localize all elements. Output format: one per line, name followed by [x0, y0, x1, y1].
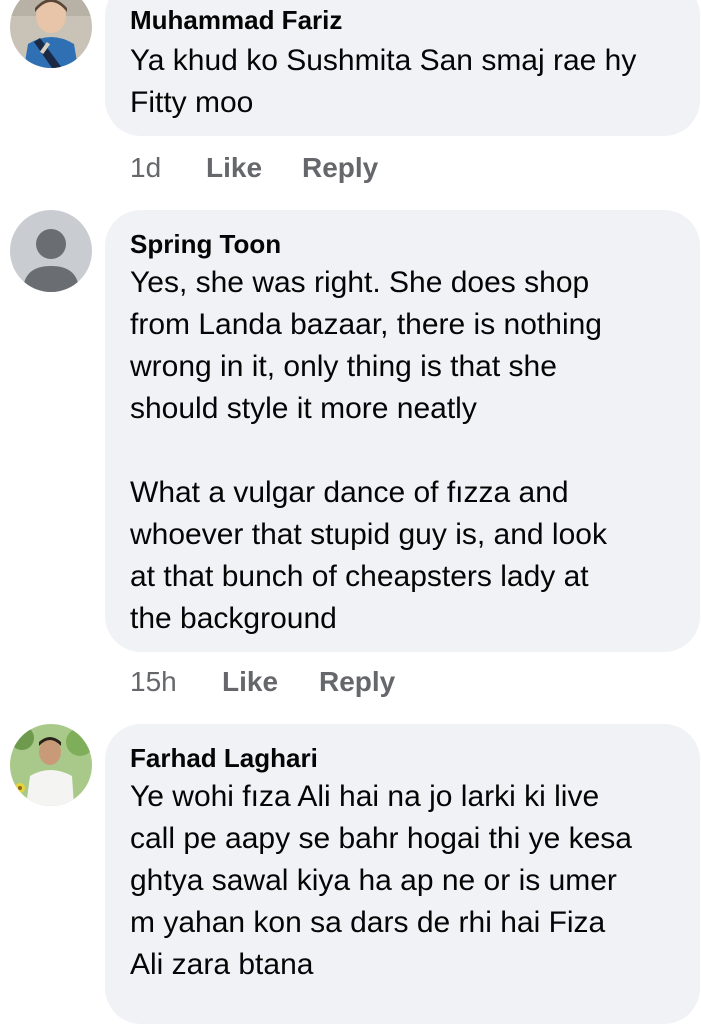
- comment-actions: 1d Like Reply: [130, 152, 530, 186]
- comment-text-line: wrong in it, only thing is that she: [130, 350, 557, 383]
- comment-text-line: Yes, she was right. She does shop: [130, 266, 590, 299]
- comment-timestamp[interactable]: 1d: [130, 152, 161, 184]
- reply-button[interactable]: Reply: [302, 152, 378, 184]
- comment-text-line: ghtya sawal kiya ha ap ne or is umer: [130, 864, 617, 897]
- comment-actions: 15h Like Reply: [130, 666, 530, 700]
- comment-item: Spring Toon Yes, she was right. She does…: [0, 210, 701, 710]
- reply-button[interactable]: Reply: [319, 666, 395, 698]
- comment-text-line: call pe aapy se bahr hogai thi ye kesa: [130, 822, 632, 855]
- comment-text-line: Ya khud ko Sushmita San smaj rae hy: [130, 44, 637, 77]
- comment-text-line: m yahan kon sa dars de rhi hai Fiza: [130, 906, 606, 939]
- comment-bubble: Farhad Laghari Ye wohi fıza Ali hai na j…: [105, 724, 700, 1024]
- comment-text-line: at that bunch of cheapsters lady at: [130, 560, 589, 593]
- comment-text-line: should style it more neatly: [130, 392, 477, 425]
- comment-item: Farhad Laghari Ye wohi fıza Ali hai na j…: [0, 724, 701, 1024]
- comment-text-line: from Landa bazaar, there is nothing: [130, 308, 602, 341]
- avatar[interactable]: [10, 0, 92, 68]
- comment-bubble: Muhammad Fariz Ya khud ko Sushmita San s…: [105, 0, 700, 136]
- avatar[interactable]: [10, 724, 92, 806]
- comment-author[interactable]: Spring Toon: [130, 229, 281, 260]
- comment-text-line: Ali zara btana: [130, 948, 314, 981]
- comment-author[interactable]: Farhad Laghari: [130, 743, 318, 774]
- avatar[interactable]: [10, 210, 92, 292]
- child-photo-avatar-icon: [10, 0, 92, 68]
- like-button[interactable]: Like: [222, 666, 278, 698]
- comment-text-line: whoever that stupid guy is, and look: [130, 518, 607, 551]
- comment-text-line: What a vulgar dance of fızza and: [130, 476, 569, 509]
- comment-text-line: Fitty moo: [130, 86, 254, 119]
- default-person-avatar-icon: [10, 210, 92, 292]
- comment-timestamp[interactable]: 15h: [130, 666, 177, 698]
- comment-bubble: Spring Toon Yes, she was right. She does…: [105, 210, 700, 652]
- comment-text-line: the background: [130, 602, 337, 635]
- comment-author[interactable]: Muhammad Fariz: [130, 5, 342, 36]
- comment-item: Muhammad Fariz Ya khud ko Sushmita San s…: [0, 0, 701, 200]
- man-photo-avatar-icon: [10, 724, 92, 806]
- comment-text-line: Ye wohi fıza Ali hai na jo larki ki live: [130, 780, 600, 813]
- like-button[interactable]: Like: [206, 152, 262, 184]
